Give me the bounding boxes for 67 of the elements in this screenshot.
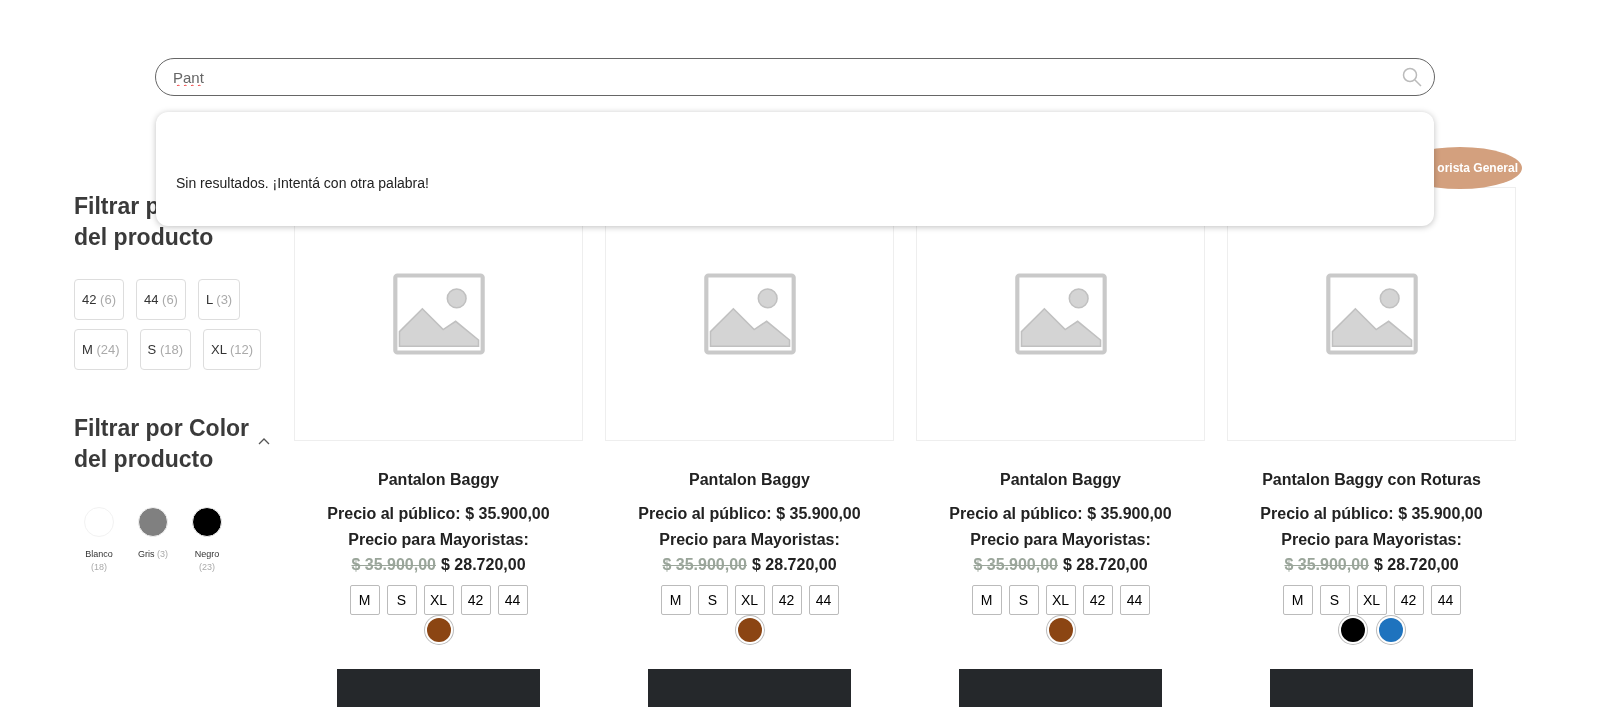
wholesale-price-label: Precio para Mayoristas: <box>348 531 529 548</box>
public-price: Precio al público: $ 35.900,00 <box>327 505 550 522</box>
size-option[interactable]: S <box>697 585 728 615</box>
size-option[interactable]: S <box>1008 585 1039 615</box>
old-price: $ 35.900,00 <box>1284 556 1369 574</box>
size-filter-chip[interactable]: 44 (6) <box>135 279 186 320</box>
wholesale-price-label: Precio para Mayoristas: <box>659 531 840 548</box>
wholesale-price-label: Precio para Mayoristas: <box>1281 531 1462 548</box>
product-image-frame[interactable] <box>1227 187 1516 441</box>
size-option[interactable]: XL <box>734 585 765 615</box>
size-option[interactable]: 42 <box>771 585 802 615</box>
select-options-button[interactable] <box>1270 669 1473 707</box>
color-filter-label[interactable]: Blanco (18) <box>78 548 120 574</box>
size-option[interactable]: M <box>971 585 1002 615</box>
filter-heading: Filtrar por Color del producto <box>74 414 250 474</box>
old-price: $ 35.900,00 <box>662 556 747 574</box>
product-title[interactable]: Pantalon Baggy con Roturas <box>1262 471 1481 489</box>
size-option[interactable]: 42 <box>1082 585 1113 615</box>
select-options-button[interactable] <box>337 669 540 707</box>
wholesale-price: $ 28.720,00 <box>1063 556 1148 574</box>
color-swatch[interactable] <box>138 507 168 537</box>
old-price: $ 35.900,00 <box>973 556 1058 574</box>
size-option[interactable]: 42 <box>1393 585 1424 615</box>
size-option[interactable]: 44 <box>1119 585 1150 615</box>
size-filter-chip[interactable]: L (3) <box>197 279 241 320</box>
public-price: Precio al público: $ 35.900,00 <box>638 505 861 522</box>
size-filter-chip[interactable]: 42 (6) <box>74 279 124 320</box>
wholesale-price: $ 28.720,00 <box>441 556 526 574</box>
size-filter-chip[interactable]: S (18) <box>139 329 191 370</box>
wholesale-price: $ 28.720,00 <box>1374 556 1459 574</box>
search-icon <box>1402 67 1422 87</box>
product-title[interactable]: Pantalon Baggy <box>378 471 499 489</box>
public-price: Precio al público: $ 35.900,00 <box>949 505 1172 522</box>
color-filter-label[interactable]: Gris (3) <box>132 548 174 561</box>
size-option[interactable]: S <box>1319 585 1350 615</box>
size-option[interactable]: XL <box>1356 585 1387 615</box>
size-option[interactable]: 42 <box>460 585 491 615</box>
color-swatch[interactable] <box>737 618 762 642</box>
old-price: $ 35.900,00 <box>351 556 436 574</box>
product-title[interactable]: Pantalon Baggy <box>1000 471 1121 489</box>
color-swatch[interactable] <box>1378 618 1403 642</box>
size-option[interactable]: M <box>349 585 380 615</box>
public-price: Precio al público: $ 35.900,00 <box>1260 505 1483 522</box>
color-swatch[interactable] <box>1340 618 1365 642</box>
size-option[interactable]: M <box>1282 585 1313 615</box>
size-filter-chip[interactable]: XL (12) <box>203 329 262 370</box>
search-field[interactable]: Pant <box>155 58 1435 96</box>
size-filter-chip[interactable]: M (24) <box>74 329 128 370</box>
product-title[interactable]: Pantalon Baggy <box>689 471 810 489</box>
select-options-button[interactable] <box>959 669 1162 707</box>
size-option[interactable]: XL <box>1045 585 1076 615</box>
wholesale-price-label: Precio para Mayoristas: <box>970 531 1151 548</box>
size-option[interactable]: M <box>660 585 691 615</box>
color-filter-label[interactable]: Negro (23) <box>186 548 228 574</box>
wholesale-price: $ 28.720,00 <box>752 556 837 574</box>
size-option[interactable]: S <box>386 585 417 615</box>
size-option[interactable]: 44 <box>808 585 839 615</box>
size-option[interactable]: 44 <box>1430 585 1461 615</box>
color-swatch[interactable] <box>1048 618 1073 642</box>
no-results-message: Sin resultados. ¡Intentá con otra palabra! <box>176 175 429 191</box>
size-option[interactable]: 44 <box>497 585 528 615</box>
chevron-icon[interactable] <box>258 437 270 446</box>
color-swatch[interactable] <box>426 618 451 642</box>
select-options-button[interactable] <box>648 669 851 707</box>
search-input[interactable]: Pant <box>171 67 1402 87</box>
color-swatch[interactable] <box>192 507 222 537</box>
size-option[interactable]: XL <box>423 585 454 615</box>
